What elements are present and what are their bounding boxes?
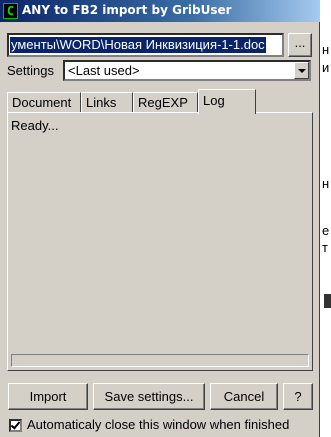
chevron-down-icon[interactable] [294, 62, 309, 79]
background-text: и [322, 60, 330, 75]
save-settings-button[interactable]: Save settings... [93, 383, 205, 410]
cancel-button[interactable]: Cancel [210, 383, 278, 410]
background-text: н [322, 176, 330, 191]
settings-selected-value: <Last used> [68, 63, 140, 78]
background-window: н и н е т [321, 0, 331, 437]
auto-close-checkbox[interactable] [9, 419, 22, 432]
log-panel: Ready... [7, 112, 313, 371]
background-text: н [322, 42, 330, 57]
auto-close-label: Automaticaly close this window when fini… [27, 417, 290, 432]
import-button[interactable]: Import [8, 383, 88, 410]
tab-document[interactable]: Document [7, 92, 81, 113]
progress-bar [11, 354, 309, 367]
file-path-value: ументы\WORD\Новая Инквизиция-1-1.doc [10, 37, 266, 53]
background-scroll-thumb [324, 294, 331, 308]
background-text: е [322, 223, 330, 238]
tab-regexp[interactable]: RegEXP [133, 92, 198, 113]
tab-links[interactable]: Links [81, 92, 133, 113]
settings-label: Settings [7, 63, 54, 78]
window-title: ANY to FB2 import by GribUser [22, 3, 232, 17]
background-text: т [322, 240, 328, 255]
settings-dropdown[interactable]: <Last used> [63, 60, 311, 81]
import-dialog: C ANY to FB2 import by GribUser ументы\W… [0, 0, 320, 437]
log-output: Ready... [11, 118, 59, 133]
title-bar[interactable]: C ANY to FB2 import by GribUser [0, 0, 320, 22]
browse-button[interactable]: ... [288, 33, 312, 57]
file-path-input[interactable]: ументы\WORD\Новая Инквизиция-1-1.doc [7, 33, 284, 57]
app-icon: C [3, 3, 18, 19]
help-button[interactable]: ? [283, 383, 313, 410]
tab-log[interactable]: Log [198, 89, 256, 114]
